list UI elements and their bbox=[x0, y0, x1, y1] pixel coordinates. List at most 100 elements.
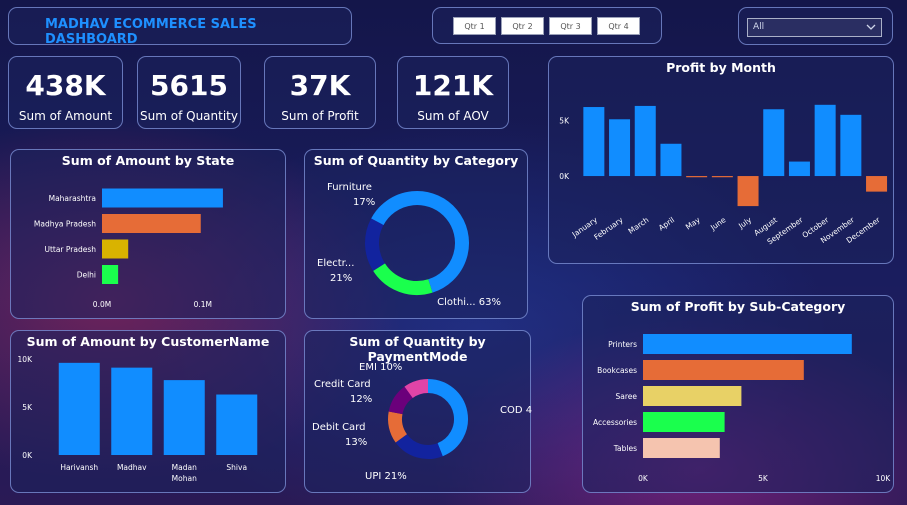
amount-by-state-chart: Maharashtra Madhya Pradesh Uttar Pradesh De… bbox=[34, 188, 223, 309]
bar bbox=[840, 114, 862, 177]
donut-slice bbox=[395, 433, 443, 459]
category-label: Madhya Pradesh bbox=[34, 220, 96, 229]
slice-percent: 10% bbox=[377, 362, 402, 373]
category-label: Maharashtra bbox=[49, 194, 96, 203]
x-tick-label: 0K bbox=[638, 474, 649, 483]
slice-label: Furniture bbox=[327, 182, 372, 193]
x-tick-label: June bbox=[708, 215, 728, 233]
x-tick-label: February bbox=[592, 215, 625, 242]
kpi-value: 5615 bbox=[150, 69, 228, 102]
bar bbox=[643, 360, 804, 380]
kpi-card-quantity: 5615 Sum of Quantity bbox=[137, 56, 241, 129]
slice-label: UPI 21% bbox=[365, 471, 407, 482]
category-label: Uttar Pradesh bbox=[44, 245, 96, 254]
donut-slice bbox=[388, 386, 414, 415]
category-label: Tables bbox=[613, 444, 637, 453]
bar bbox=[814, 104, 836, 177]
slice-percent: 21% bbox=[381, 471, 406, 482]
profit-by-month-chart: JanuaryFebruary March April May June July Augu… bbox=[559, 104, 888, 246]
chevron-down-icon bbox=[866, 24, 876, 30]
x-tick-label: Madan Mohan bbox=[172, 463, 197, 483]
bar bbox=[737, 176, 759, 207]
bar bbox=[583, 107, 605, 177]
bar bbox=[643, 412, 725, 432]
quarter-button-4[interactable]: Qtr 4 bbox=[597, 17, 640, 35]
slice-label-name: UPI bbox=[365, 471, 381, 482]
x-tick-label: Madhav bbox=[117, 463, 147, 472]
bar bbox=[102, 214, 201, 233]
donut-slice bbox=[427, 379, 468, 457]
bar bbox=[660, 143, 682, 177]
y-tick-label: 0K bbox=[559, 172, 570, 181]
slice-label-name: COD bbox=[500, 405, 523, 416]
slice-percent: 13% bbox=[345, 437, 367, 448]
kpi-label: Sum of Quantity bbox=[140, 109, 238, 123]
x-tick-label: April bbox=[657, 215, 676, 232]
bar bbox=[216, 394, 258, 455]
kpi-label: Sum of Amount bbox=[18, 109, 113, 123]
kpi-label: Sum of Profit bbox=[281, 109, 359, 123]
kpi-card-amount: 438K Sum of Amount bbox=[8, 56, 123, 129]
category-label: Printers bbox=[608, 340, 637, 349]
donut-slice bbox=[388, 411, 408, 443]
bar bbox=[643, 386, 742, 406]
amount-by-state-panel: Sum of Amount by State Maharashtra Madhya… bbox=[10, 149, 286, 319]
kpi-value: 37K bbox=[289, 69, 351, 102]
slice-label: Credit Card bbox=[314, 379, 371, 390]
filter-dropdown-value: All bbox=[753, 22, 765, 32]
bar bbox=[643, 438, 720, 458]
category-label: Delhi bbox=[77, 271, 96, 280]
bar bbox=[634, 105, 656, 177]
slice-percent: 44% bbox=[523, 405, 532, 416]
x-tick-label: 0.1M bbox=[194, 300, 212, 309]
quarter-button-1[interactable]: Qtr 1 bbox=[453, 17, 496, 35]
slice-label: Debit Card bbox=[312, 422, 365, 433]
profit-by-month-panel: Profit by Month January February March Apri… bbox=[548, 56, 894, 264]
quarter-button-2[interactable]: Qtr 2 bbox=[501, 17, 544, 35]
quantity-by-category-panel: Sum of Quantity by Category Clothi... 63… bbox=[304, 149, 528, 319]
bar bbox=[711, 176, 733, 178]
kpi-card-aov: 121K Sum of AOV bbox=[397, 56, 509, 129]
quarter-button-3[interactable]: Qtr 3 bbox=[549, 17, 592, 35]
bar bbox=[58, 362, 100, 455]
bar bbox=[102, 188, 223, 208]
title-card: MADHAV ECOMMERCE SALES DASHBOARD bbox=[8, 7, 352, 47]
quarter-slicer: Qtr 1 Qtr 2 Qtr 3 Qtr 4 bbox=[432, 7, 662, 44]
category-label: Saree bbox=[615, 392, 637, 401]
x-tick-label: 0.0M bbox=[93, 300, 111, 309]
category-label: Accessories bbox=[593, 418, 637, 427]
kpi-label: Sum of AOV bbox=[417, 109, 489, 123]
slice-label: COD 44% bbox=[500, 405, 532, 416]
category-label: Bookcases bbox=[597, 366, 637, 375]
bar bbox=[866, 176, 888, 192]
kpi-value: 121K bbox=[412, 69, 494, 102]
bar bbox=[763, 109, 785, 177]
bar bbox=[788, 161, 810, 177]
slice-label-name: EMI bbox=[359, 362, 377, 373]
donut-slice bbox=[373, 263, 433, 295]
bar bbox=[111, 367, 153, 455]
slice-percent: 21% bbox=[330, 273, 352, 284]
slice-label: Clothi... 63% bbox=[437, 297, 501, 308]
x-tick-label: Shiva bbox=[226, 463, 247, 472]
slice-label-name: Clothi... bbox=[437, 297, 475, 308]
quantity-by-payment-chart: COD 44% UPI 21% Debit Card 13% Credit Card 12… bbox=[312, 362, 532, 482]
x-tick-label: May bbox=[684, 215, 702, 232]
quantity-by-category-chart: Clothi... 63% Electr... 21% Furniture 17% bbox=[317, 182, 501, 308]
amount-by-customer-chart: Harivansh Madhav Madan Mohan Shiva 0K 5K 10K bbox=[18, 355, 258, 483]
filter-slicer: All bbox=[738, 7, 893, 45]
quantity-by-payment-panel: Sum of Quantity by PaymentMode COD 44%UP… bbox=[304, 330, 532, 493]
x-tick-label: 5K bbox=[758, 474, 769, 483]
bar bbox=[643, 334, 852, 354]
amount-by-customer-panel: Sum of Amount by CustomerName Harivansh M… bbox=[10, 330, 286, 493]
kpi-card-profit: 37K Sum of Profit bbox=[264, 56, 376, 129]
slice-percent: 63% bbox=[476, 297, 501, 308]
x-tick-label: July bbox=[736, 215, 753, 231]
x-tick-label: 10K bbox=[876, 474, 892, 483]
slice-percent: 17% bbox=[353, 197, 375, 208]
y-tick-label: 10K bbox=[18, 355, 34, 364]
dashboard-title: MADHAV ECOMMERCE SALES DASHBOARD bbox=[45, 17, 257, 47]
bar bbox=[163, 380, 205, 455]
bar bbox=[609, 119, 631, 177]
filter-dropdown[interactable]: All bbox=[747, 18, 882, 37]
